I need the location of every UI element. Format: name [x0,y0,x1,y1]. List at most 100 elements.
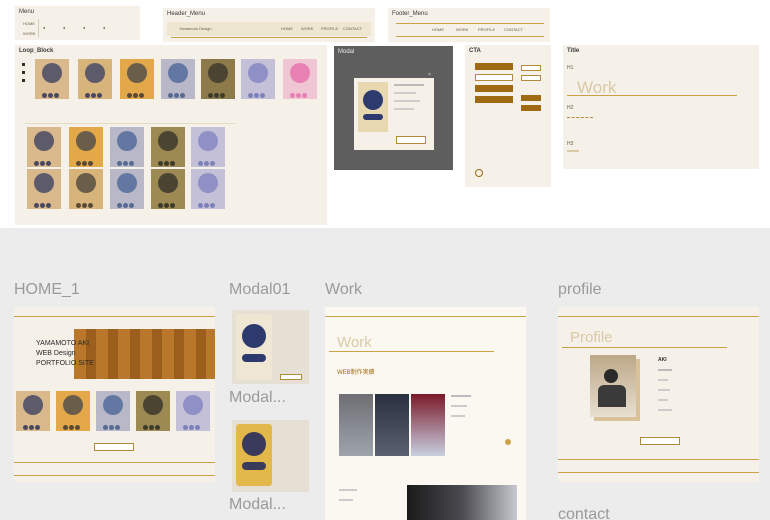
profile-info-1 [658,369,672,371]
menu-link-4[interactable]: ● [103,25,105,30]
loop-card-17[interactable] [191,169,225,209]
header-underline [171,37,367,38]
loop-card-11[interactable] [151,127,185,167]
loop-card-15[interactable] [110,169,144,209]
loop-card-4[interactable] [161,59,195,99]
modal02-frame[interactable] [232,420,309,492]
footer-nav-work[interactable]: WORK [456,27,468,32]
cta-small-1[interactable] [521,65,541,71]
title-frame: Title H1 Work H2 H3 [563,45,759,169]
footer-line-bottom [396,36,544,37]
home-more-button[interactable] [94,443,134,451]
modal02-frame-label[interactable]: Modal... [229,389,286,407]
loop-card-13[interactable] [27,169,61,209]
loop-card-8[interactable] [27,127,61,167]
home-card-4[interactable] [136,391,170,431]
home-card-1[interactable] [16,391,50,431]
cta-small-3[interactable] [521,95,541,101]
work-link-icon[interactable] [505,439,511,445]
header-nav-contact[interactable]: CONTACT [343,26,362,31]
loop-block-title: Loop_Block [19,48,54,54]
modal-dialog [354,78,434,150]
modal-close-button[interactable] [396,136,426,144]
contact-frame-label[interactable]: contact [558,506,610,520]
header-menu-frame[interactable]: Header_Menu Yamamoto Design HOME WORK PR… [163,8,375,42]
profile-more-button[interactable] [640,437,680,445]
modal03-frame-label[interactable]: Modal... [229,496,286,514]
footer-menu-frame[interactable]: Footer_Menu HOME WORK PROFILE CONTACT [388,8,550,42]
modal01-frame-label[interactable]: Modal01 [229,281,290,299]
work-thumb-3[interactable] [411,394,445,456]
work-frame[interactable]: Work WEB制作実績 [325,307,526,520]
profile-frame-label[interactable]: profile [558,281,602,299]
menu-frame[interactable]: Menu HOME WORK ● ● ● ● [15,6,140,40]
work-desc-line-3 [451,415,465,417]
loop-card-16[interactable] [151,169,185,209]
menu-divider [38,19,39,37]
home-frame[interactable]: YAMAMOTO AKI WEB Design PORTFOLIO SITE [14,307,215,482]
footer-nav-contact[interactable]: CONTACT [504,27,523,32]
home-hero-line-1: YAMAMOTO AKI [36,340,90,347]
loop-card-5[interactable] [201,59,235,99]
h1-label: H1 [567,65,574,71]
loop-card-6[interactable] [241,59,275,99]
modal-frame[interactable]: Modal × [334,46,453,170]
modal-close-icon[interactable]: × [428,72,431,78]
profile-page-heading: Profile [570,329,613,346]
cta-small-4[interactable] [521,105,541,111]
loop-card-9[interactable] [69,127,103,167]
work-thumb-2[interactable] [375,394,409,456]
home-card-5[interactable] [176,391,210,431]
work-underline [567,95,737,96]
menu-item-work[interactable]: WORK [23,31,35,36]
work-header [325,307,526,317]
work-thumb-1[interactable] [339,394,373,456]
work-frame-label[interactable]: Work [325,281,362,299]
header-nav-profile[interactable]: PROFILE [321,26,338,31]
header-nav-home[interactable]: HOME [281,26,293,31]
menu-link-3[interactable]: ● [83,25,85,30]
home-frame-label[interactable]: HOME_1 [14,281,80,299]
cta-button-2[interactable] [475,74,513,81]
cta-frame[interactable]: CTA [465,45,551,187]
cta-button-3[interactable] [475,85,513,92]
header-nav-work[interactable]: WORK [301,26,313,31]
home-card-2[interactable] [56,391,90,431]
cta-small-2[interactable] [521,75,541,81]
menu-item-home[interactable]: HOME [23,21,35,26]
loop-card-1[interactable] [35,59,69,99]
loop-card-7[interactable] [283,59,317,99]
menu-title: Menu [19,9,35,15]
footer-line-top [396,23,544,24]
modal01-frame[interactable] [232,310,309,384]
loop-card-2[interactable] [78,59,112,99]
loop-block-frame[interactable]: Loop_Block [15,45,327,225]
loop-card-12[interactable] [191,127,225,167]
work-desc-line-2 [451,405,467,407]
profile-name: AKI [658,357,667,363]
modal01-image [236,314,272,380]
modal01-close-button[interactable] [280,374,302,380]
cta-button-4[interactable] [475,96,513,103]
profile-header [558,307,759,317]
h3-label: H3 [567,141,574,147]
footer-nav-profile[interactable]: PROFILE [478,27,495,32]
modal02-image [236,424,272,486]
loop-card-10[interactable] [110,127,144,167]
home-card-3[interactable] [96,391,130,431]
cta-circle-icon[interactable] [475,169,483,177]
profile-frame[interactable]: Profile AKI [558,307,759,482]
menu-link-2[interactable]: ● [63,25,65,30]
loop-card-3[interactable] [120,59,154,99]
cta-button-1[interactable] [475,63,513,70]
profile-footer-line-2 [558,472,759,473]
work-thumb-4[interactable] [407,485,517,520]
loop-card-14[interactable] [69,169,103,209]
profile-heading-line [562,347,727,348]
loop-divider [25,123,235,124]
bullet-list [22,63,25,82]
profile-info-3 [658,389,670,391]
footer-nav-home[interactable]: HOME [432,27,444,32]
profile-footer-line [558,459,759,460]
menu-link-1[interactable]: ● [43,25,45,30]
